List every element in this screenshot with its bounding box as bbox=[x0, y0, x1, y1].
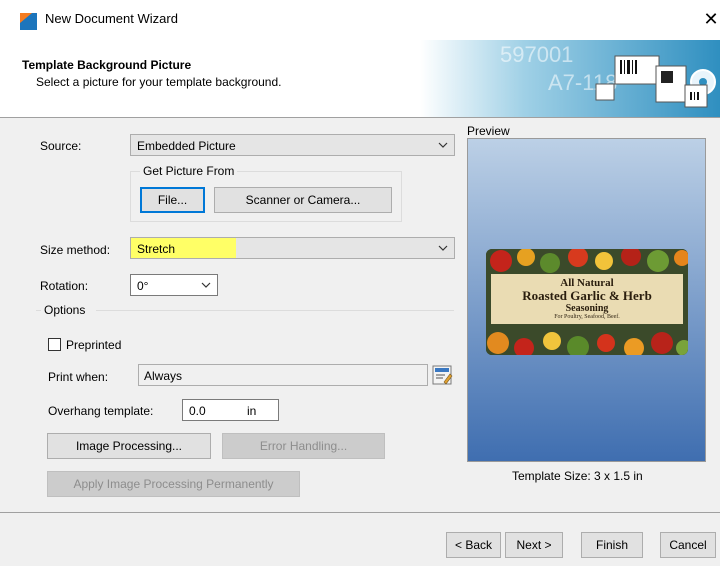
preview-pane: All Natural Roasted Garlic & Herb Season… bbox=[467, 138, 706, 462]
apply-image-processing-button[interactable]: Apply Image Processing Permanently bbox=[47, 471, 300, 497]
label-text-panel: All Natural Roasted Garlic & Herb Season… bbox=[491, 274, 683, 324]
options-divider-left bbox=[36, 310, 41, 311]
footer-divider bbox=[0, 512, 720, 513]
source-dropdown[interactable]: Embedded Picture bbox=[130, 134, 455, 156]
cancel-button[interactable]: Cancel bbox=[660, 532, 716, 558]
options-divider bbox=[96, 310, 454, 311]
overhang-field[interactable]: 0.0 in bbox=[182, 399, 279, 421]
overhang-value: 0.0 bbox=[189, 404, 206, 418]
expression-editor-button[interactable] bbox=[431, 364, 453, 386]
overhang-label: Overhang template: bbox=[48, 404, 154, 418]
close-button[interactable]: ✕ bbox=[700, 4, 720, 34]
label-line-4: For Poultry, Seafood, Beef. bbox=[554, 314, 620, 320]
header-barcode-graphic: 597001 A7-118 bbox=[420, 40, 720, 117]
chevron-down-icon bbox=[201, 282, 211, 288]
back-button[interactable]: < Back bbox=[446, 532, 501, 558]
size-method-value: Stretch bbox=[137, 242, 176, 256]
wizard-header: Template Background Picture Select a pic… bbox=[0, 40, 720, 118]
template-size-text: Template Size: 3 x 1.5 in bbox=[512, 469, 643, 483]
window-title: New Document Wizard bbox=[45, 11, 178, 26]
source-value: Embedded Picture bbox=[137, 139, 236, 153]
print-when-field[interactable]: Always bbox=[138, 364, 428, 386]
size-method-label: Size method: bbox=[40, 243, 111, 257]
page-subtitle: Select a picture for your template backg… bbox=[36, 75, 282, 89]
error-handling-button[interactable]: Error Handling... bbox=[222, 433, 385, 459]
form-edit-icon bbox=[432, 365, 453, 385]
preprinted-checkbox[interactable] bbox=[48, 338, 61, 351]
page-title: Template Background Picture bbox=[22, 58, 192, 72]
print-when-label: Print when: bbox=[48, 370, 109, 384]
chevron-down-icon bbox=[438, 142, 448, 148]
label-line-3: Seasoning bbox=[565, 303, 609, 314]
app-logo-icon bbox=[20, 13, 37, 30]
options-label: Options bbox=[44, 303, 86, 317]
rotation-dropdown[interactable]: 0° bbox=[130, 274, 218, 296]
chevron-down-icon bbox=[438, 245, 448, 251]
preview-label: Preview bbox=[467, 124, 510, 138]
file-button[interactable]: File... bbox=[140, 187, 205, 213]
finish-button[interactable]: Finish bbox=[581, 532, 643, 558]
header-graphic-number: 597001 bbox=[500, 42, 573, 67]
title-bar: New Document Wizard ✕ bbox=[0, 0, 720, 41]
scanner-or-camera-button[interactable]: Scanner or Camera... bbox=[214, 187, 392, 213]
rotation-value: 0° bbox=[137, 279, 149, 293]
source-label: Source: bbox=[40, 139, 82, 153]
next-button[interactable]: Next > bbox=[505, 532, 563, 558]
preprinted-label: Preprinted bbox=[66, 338, 122, 352]
preview-label-image: All Natural Roasted Garlic & Herb Season… bbox=[486, 249, 688, 355]
size-method-dropdown[interactable]: Stretch bbox=[130, 237, 455, 259]
image-processing-button[interactable]: Image Processing... bbox=[47, 433, 211, 459]
print-when-value: Always bbox=[144, 369, 183, 383]
label-line-2: Roasted Garlic & Herb bbox=[522, 288, 652, 303]
get-picture-from-label: Get Picture From bbox=[140, 164, 238, 178]
overhang-unit: in bbox=[247, 404, 257, 418]
rotation-label: Rotation: bbox=[40, 279, 89, 293]
